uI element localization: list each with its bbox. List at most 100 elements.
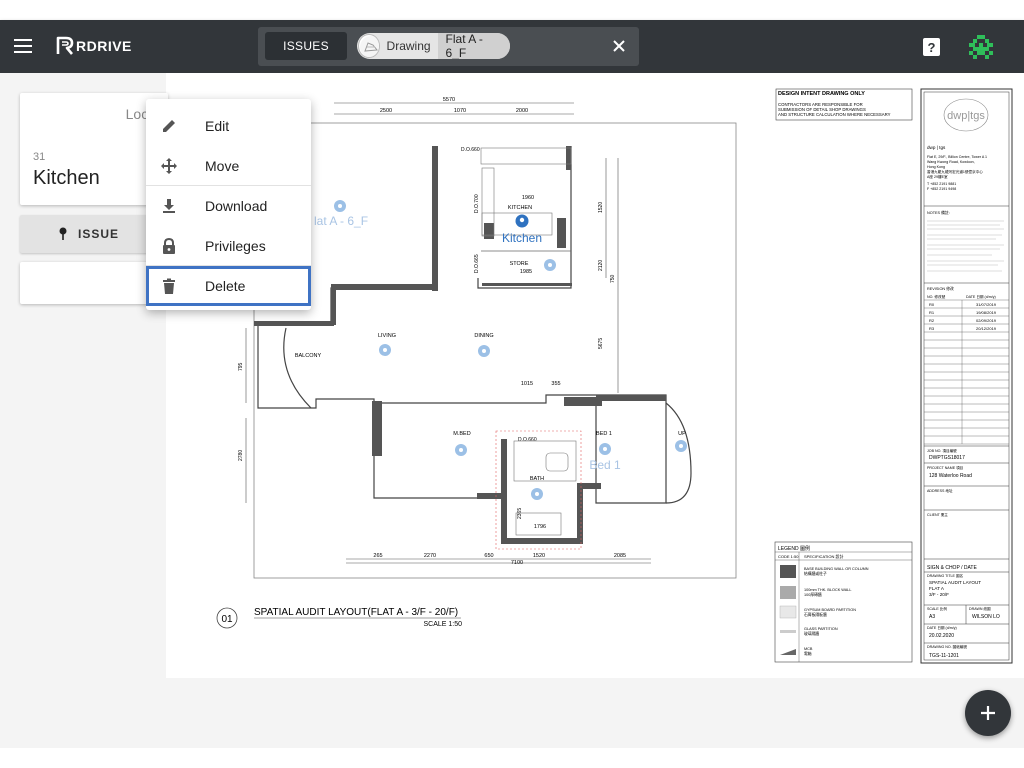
company-address: Wang Kwong Road, Kowloon,: [927, 160, 975, 164]
drawing-chip[interactable]: Drawing Flat A - 6_F: [357, 33, 510, 59]
location-pin-icon[interactable]: [379, 344, 391, 356]
legend-item: GLASS PARTITION: [804, 627, 838, 631]
dim-label: 1520: [533, 553, 545, 559]
revision-no: R3: [929, 326, 935, 331]
lock-icon: [163, 237, 175, 254]
menu-item-label: Privileges: [205, 238, 266, 254]
project-name: 128 Waterloo Road: [929, 473, 972, 479]
menu-item-download[interactable]: Download: [146, 186, 311, 226]
location-pin-icon[interactable]: [599, 443, 611, 455]
scale-value: A3: [929, 614, 935, 620]
location-number: 31: [33, 151, 46, 163]
dim-label: 1070: [454, 108, 466, 114]
menu-item-edit[interactable]: Edit: [146, 106, 311, 146]
revision-no: R1: [929, 310, 935, 315]
dim-label: 650: [484, 553, 493, 559]
legend-item: 電箱: [804, 651, 812, 656]
date-value: 20.02.2020: [929, 633, 954, 639]
tab-issues[interactable]: ISSUES: [265, 32, 347, 60]
location-name: Kitchen: [33, 167, 100, 189]
dim-label: 265: [373, 553, 382, 559]
rdrive-logo-icon: [56, 36, 74, 55]
dim-label: 1015: [521, 381, 533, 387]
revision-date: 20/12/2019: [976, 326, 997, 331]
legend-item: 100厚磚牆: [804, 592, 822, 597]
chip-label: Drawing: [386, 39, 431, 53]
dim-label: 2000: [516, 108, 528, 114]
menu-item-privileges[interactable]: Privileges: [146, 226, 311, 266]
notes-label: NOTES 備註:: [927, 210, 950, 215]
close-icon[interactable]: [612, 39, 626, 53]
legend-header: CODE 1:50: [778, 554, 799, 559]
drawing-no-value: TGS-11-1201: [929, 653, 959, 659]
kitchen-pin-label: Kitchen: [502, 231, 542, 245]
menu-hamburger-icon[interactable]: [14, 39, 32, 53]
move-arrows-icon: [161, 158, 177, 174]
chip-value: Flat A - 6_F: [437, 33, 510, 59]
dim-label: 1796: [534, 524, 546, 530]
legend-item: 玻璃隔牆: [804, 631, 819, 636]
revision-header: DATE 日期 (d/m/y): [966, 294, 996, 299]
date-label: DATE 日期 (d/m/y): [927, 625, 957, 630]
location-pin-icon[interactable]: [531, 488, 543, 500]
drawing-title-text: SPATIAL AUDIT LAYOUT: [929, 580, 981, 585]
dim-label: 2365: [517, 508, 523, 519]
room-label-store: STORE: [510, 261, 529, 267]
location-pin-icon[interactable]: [334, 200, 346, 212]
location-pin-icon[interactable]: [544, 259, 556, 271]
job-no-label: JOB NO. 項目編號: [927, 448, 957, 453]
address-label: ADDRESS 地址: [927, 488, 953, 493]
drawn-label: DRAWN 繪圖: [969, 606, 991, 611]
company-address: 香港九龍九龍灣宏光道1號億京中心: [927, 169, 983, 174]
company-address: T +852 2191 9881: [927, 182, 956, 186]
room-label-mbed: M.BED: [453, 431, 470, 437]
issue-button-label: ISSUE: [78, 227, 120, 241]
dim-label: 750: [610, 274, 616, 283]
drawing-no-label: DRAWING NO. 圖紙編號: [927, 644, 967, 649]
legend-item: 100mm THK. BLOCK WALL: [804, 588, 851, 592]
legend-item: GYPSUM BOARD PARTITION: [804, 608, 856, 612]
dim-label: 795: [238, 362, 244, 371]
location-pin-icon[interactable]: [455, 444, 467, 456]
context-menu: Edit Move Download Privileges Delete: [146, 99, 311, 310]
pin-icon: [59, 227, 67, 240]
room-label-kitchen: KITCHEN: [508, 205, 532, 211]
dim-label: 1520: [598, 202, 604, 213]
revision-date: 31/07/2019: [976, 302, 997, 307]
menu-item-delete[interactable]: Delete: [146, 266, 311, 306]
download-icon: [163, 199, 175, 213]
user-avatar-icon[interactable]: [967, 33, 995, 61]
brand-logo[interactable]: RDRIVE: [56, 35, 132, 57]
room-label-dining: DINING: [474, 333, 493, 339]
dim-label: 2120: [598, 260, 604, 271]
company-logo: dwp|tgs: [947, 110, 985, 122]
pencil-icon: [163, 120, 175, 132]
drawing-title-text: FLAT A: [929, 586, 945, 591]
legend-header: SPECIFICATION 設計: [804, 553, 843, 559]
help-icon[interactable]: ?: [923, 38, 940, 56]
location-pin-icon[interactable]: [675, 440, 687, 452]
add-fab-button[interactable]: [965, 690, 1011, 736]
location-pin-icon[interactable]: [515, 214, 529, 228]
menu-item-label: Edit: [205, 118, 230, 134]
notice-text: DESIGN INTENT DRAWING ONLY: [778, 91, 865, 97]
drawing-tab-bar: ISSUES Drawing Flat A - 6_F: [258, 27, 639, 66]
dim-label: D.O.660: [461, 147, 480, 153]
job-no: DWPTGS18017: [929, 455, 965, 461]
revision-label: REVISION 修改: [927, 286, 954, 291]
dim-label: D.O.700: [474, 194, 480, 213]
revision-date: 02/09/2019: [976, 318, 997, 323]
app-bar: RDRIVE ISSUES Drawing Flat A - 6_F ?: [0, 20, 1024, 73]
dim-label: 2500: [380, 108, 392, 114]
dim-label: 2270: [424, 553, 436, 559]
room-label-up: UP: [678, 431, 686, 437]
dim-label: 5570: [443, 97, 455, 103]
company-address: F +852 2191 9498: [927, 187, 956, 191]
project-label: PROJECT NAME 項目: [927, 465, 963, 470]
drawing-title-text: 3/F - 20/F: [929, 592, 949, 597]
location-pin-icon[interactable]: [478, 345, 490, 357]
plus-icon: [981, 706, 995, 720]
legend-item: MCB: [804, 647, 813, 651]
menu-item-move[interactable]: Move: [146, 146, 311, 186]
brand-name: RDRIVE: [76, 38, 132, 54]
